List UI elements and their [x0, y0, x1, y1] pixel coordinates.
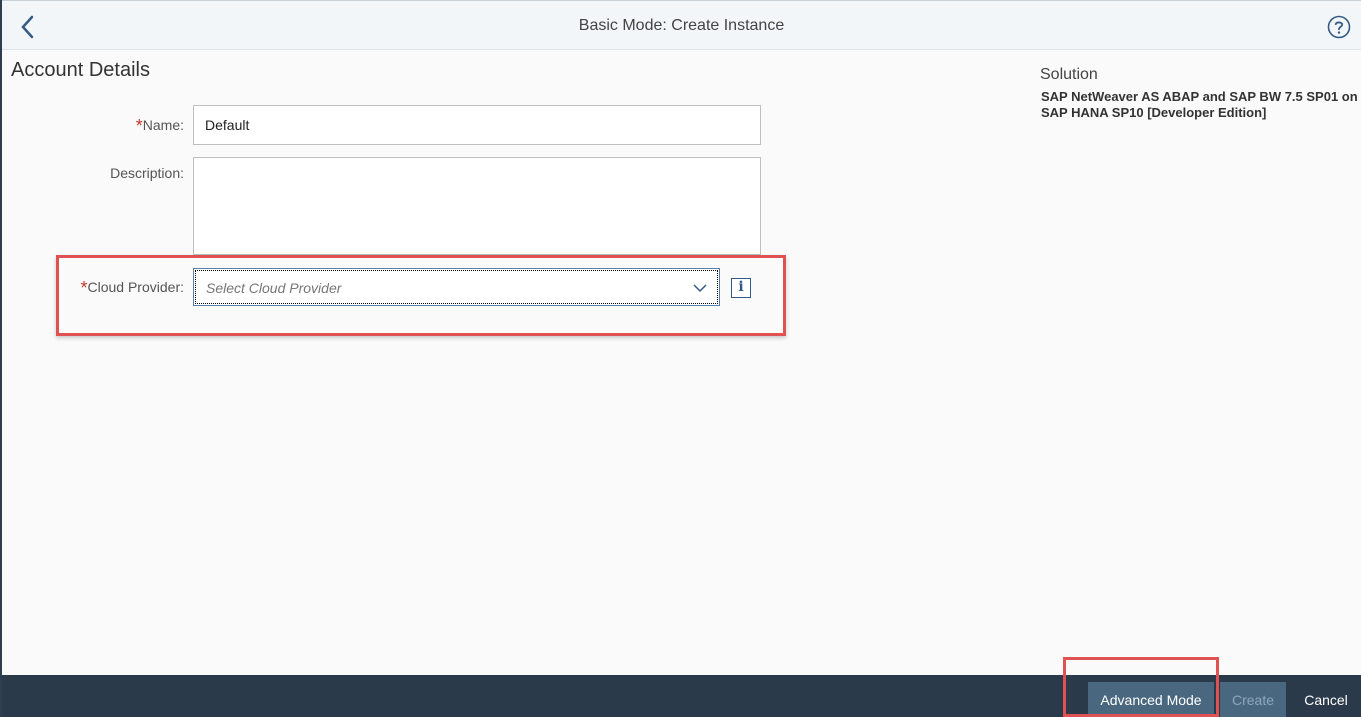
chevron-down-icon: [693, 284, 707, 293]
cloud-provider-label: *Cloud Provider:: [80, 278, 184, 298]
cloud-provider-select[interactable]: Select Cloud Provider: [193, 268, 720, 306]
create-button[interactable]: Create: [1220, 682, 1286, 717]
page-title: Basic Mode: Create Instance: [578, 17, 785, 34]
description-label: Description:: [110, 165, 184, 181]
advanced-mode-highlight: [1063, 657, 1219, 717]
section-title: Account Details: [11, 59, 150, 81]
description-input[interactable]: [193, 157, 761, 255]
solution-name: SAP NetWeaver AS ABAP and SAP BW 7.5 SP0…: [1041, 89, 1358, 120]
info-icon[interactable]: i: [731, 278, 751, 298]
cloud-provider-placeholder: Select Cloud Provider: [206, 280, 342, 296]
required-marker: *: [80, 278, 88, 298]
required-marker: *: [135, 116, 143, 136]
solution-label: Solution: [1040, 66, 1098, 83]
question-circle-icon: [1327, 15, 1351, 39]
cancel-button[interactable]: Cancel: [1292, 682, 1360, 717]
name-label: *Name:: [135, 116, 184, 136]
name-input[interactable]: [193, 105, 761, 145]
help-button[interactable]: [1327, 15, 1351, 39]
header-bar: Basic Mode: Create Instance: [2, 0, 1361, 50]
